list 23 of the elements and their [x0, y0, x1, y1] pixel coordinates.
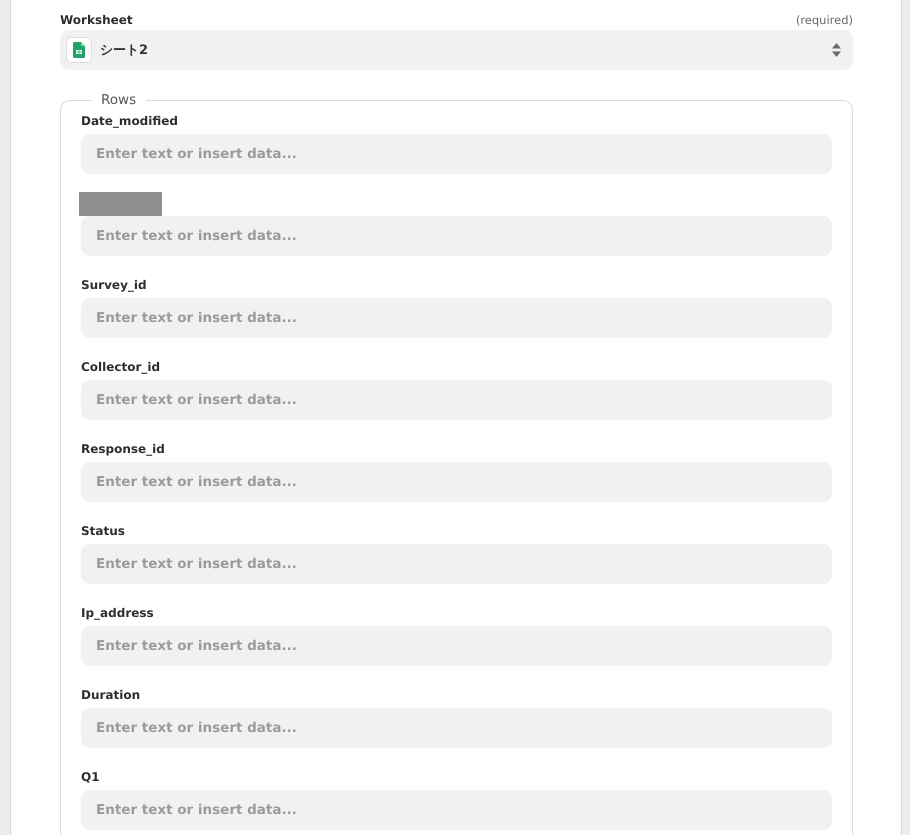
field-label: Ip_address	[81, 605, 155, 622]
input-field[interactable]: Enter text or insert data...	[81, 790, 832, 830]
field-label: Duration	[81, 687, 142, 704]
required-note: (required)	[796, 13, 853, 27]
input-field[interactable]: Enter text or insert data...	[81, 216, 832, 256]
input-field[interactable]: Enter text or insert data...	[81, 462, 832, 502]
field-label: Q1	[81, 769, 101, 786]
sort-arrows-icon	[832, 43, 841, 57]
field-label: Survey_id	[81, 277, 148, 294]
input-field[interactable]: Enter text or insert data...	[81, 708, 832, 748]
field-label: Worksheet	[60, 13, 133, 27]
input-field[interactable]: Enter text or insert data...	[81, 298, 832, 338]
field-label: Response_id	[81, 441, 166, 458]
input-field[interactable]: Enter text or insert data...	[81, 626, 832, 666]
field-label: Date_modified	[81, 113, 180, 130]
input-field[interactable]: Enter text or insert data...	[81, 134, 832, 174]
spreadsheet-icon	[66, 37, 92, 63]
input-field[interactable]: Enter text or insert data...	[81, 380, 832, 420]
worksheet-select[interactable]: シート2	[60, 30, 853, 70]
field-label: Collector_id	[81, 359, 162, 376]
input-field[interactable]: Enter text or insert data...	[81, 544, 832, 584]
group-legend: Rows	[91, 92, 146, 108]
field-label: Status	[81, 523, 126, 540]
